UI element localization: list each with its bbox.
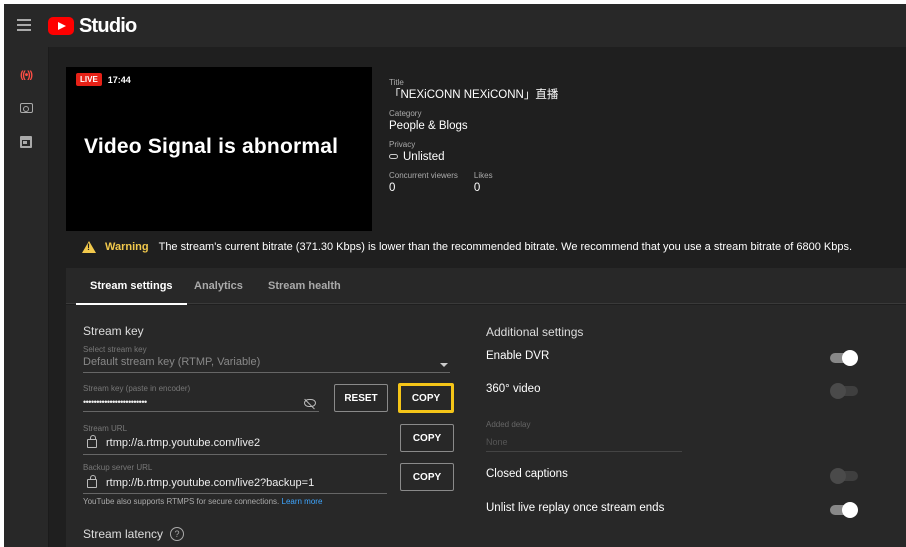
stream-url-underline [83,454,387,455]
added-delay-value: None [486,437,508,447]
stream-url-label: Stream URL [83,424,128,433]
added-delay-underline [486,451,682,452]
stream-privacy: Unlisted [389,150,629,165]
stream-category: People & Blogs [389,120,468,132]
visibility-off-icon[interactable] [304,399,316,407]
live-stream-icon[interactable]: ((•)) [16,66,36,84]
link-icon [389,154,398,160]
stream-key-field[interactable]: •••••••••••••••••••••••• [83,397,147,407]
backup-url-label: Backup server URL [83,463,153,472]
rtmps-note-text: YouTube also supports RTMPS for secure c… [83,497,280,506]
backup-url-underline [83,493,387,494]
video-360-toggle[interactable] [830,383,858,399]
left-rail: ((•)) [4,47,49,547]
lock-icon [87,435,97,448]
learn-more-link[interactable]: Learn more [282,497,323,506]
app-title: Studio [79,14,137,37]
top-bar: Studio [4,4,906,47]
privacy-value: Unlisted [403,151,445,163]
closed-captions-toggle[interactable] [830,468,858,484]
backup-url-value: rtmp://b.rtmp.youtube.com/live2?backup=1 [106,477,315,489]
likes-label: Likes [473,171,493,180]
stream-title: 「NEXiCONN NEXiCONN」直播 [389,89,559,101]
webcam-icon[interactable] [16,99,36,117]
select-key-value[interactable]: Default stream key (RTMP, Variable) [83,356,260,368]
stream-url-value: rtmp://a.rtmp.youtube.com/live2 [106,437,261,449]
reset-button[interactable]: RESET [334,384,388,412]
category-label: Category [389,109,422,118]
stream-latency-title: Stream latency [83,527,164,541]
enable-dvr-toggle[interactable] [830,350,858,366]
lock-icon [87,475,97,488]
likes-count: 0 [473,182,481,194]
studio-logo[interactable]: Studio [48,13,137,39]
studio-app: Studio ((•)) LIVE 17:44 Video Signal is … [4,4,906,547]
stream-key-label: Stream key (paste in encoder) [83,384,191,393]
select-key-underline [83,372,450,373]
rtmps-note: YouTube also supports RTMPS for secure c… [83,497,322,506]
tab-stream-health[interactable]: Stream health [268,268,341,304]
additional-settings-title: Additional settings [486,325,584,339]
menu-icon[interactable] [17,19,31,31]
settings-tabs: Stream settings Analytics Stream health [66,268,906,305]
stream-settings-panel: Stream key Select stream key Default str… [66,305,906,547]
video-preview: LIVE 17:44 Video Signal is abnormal [66,67,372,231]
title-label: Title [389,78,404,87]
elapsed-time: 17:44 [107,74,131,85]
warning-title: Warning [105,241,149,253]
copy-stream-url-button[interactable]: COPY [400,424,454,452]
closed-captions-label: Closed captions [486,468,568,480]
enable-dvr-label: Enable DVR [486,350,550,362]
bitrate-warning: Warning The stream's current bitrate (37… [66,232,906,262]
warning-icon [82,241,96,253]
copy-backup-url-button[interactable]: COPY [400,463,454,491]
live-badge: LIVE 17:44 [76,73,131,86]
live-tag: LIVE [76,73,102,86]
unlist-replay-toggle[interactable] [830,502,858,518]
stream-details: Title 「NEXiCONN NEXiCONN」直播 Category Peo… [389,78,629,196]
chevron-down-icon[interactable] [440,363,448,367]
tab-analytics[interactable]: Analytics [194,268,243,304]
youtube-play-icon [48,17,74,35]
viewers-count: 0 [389,182,396,194]
privacy-label: Privacy [389,140,416,149]
added-delay-label: Added delay [486,420,531,429]
select-key-label: Select stream key [83,345,147,354]
manage-calendar-icon[interactable] [16,133,36,151]
copy-stream-key-button[interactable]: COPY [398,383,454,413]
unlist-replay-label: Unlist live replay once stream ends [486,502,665,514]
viewers-label: Concurrent viewers [389,171,458,180]
tab-stream-settings[interactable]: Stream settings [76,268,186,305]
warning-message: The stream's current bitrate (371.30 Kbp… [158,241,853,253]
stream-key-title: Stream key [83,324,144,338]
signal-message: Video Signal is abnormal [84,135,339,158]
video-360-label: 360° video [486,383,541,395]
help-icon[interactable]: ? [170,527,184,541]
stream-key-underline [83,411,319,412]
